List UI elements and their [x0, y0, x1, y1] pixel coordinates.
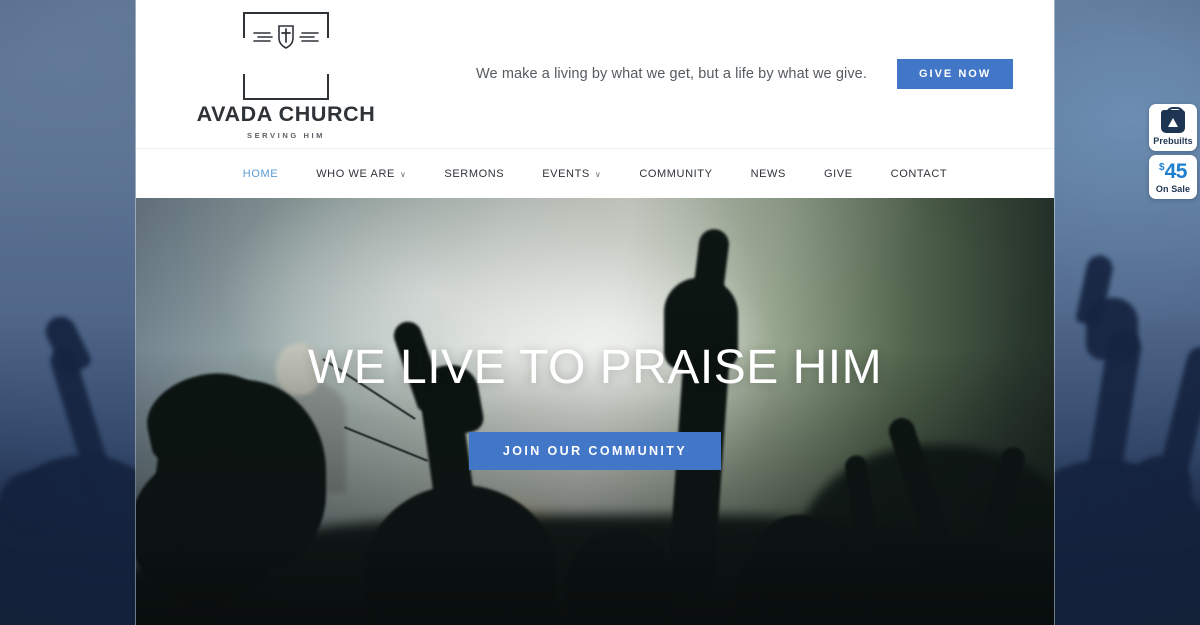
on-sale-button[interactable]: $ 45 On Sale: [1149, 155, 1197, 199]
nav-list: HOME WHO WE ARE ∨ SERMONS EVENTS ∨ COMMU…: [224, 168, 966, 180]
price-display: $ 45: [1159, 161, 1187, 182]
website-preview-frame: AVADA CHURCH SERVING HIM We make a livin…: [136, 0, 1054, 625]
hero-title: WE LIVE TO PRAISE HIM: [307, 340, 883, 394]
nav-item-events[interactable]: EVENTS ∨: [523, 168, 620, 180]
prebuilts-label: Prebuilts: [1153, 136, 1193, 146]
hero-content: WE LIVE TO PRAISE HIM JOIN OUR COMMUNITY: [136, 198, 1054, 625]
nav-item-news[interactable]: NEWS: [732, 168, 805, 180]
logo-frame-line: [327, 74, 329, 100]
nav-label: NEWS: [750, 167, 786, 180]
nav-item-community[interactable]: COMMUNITY: [620, 168, 731, 180]
nav-item-home[interactable]: HOME: [224, 168, 297, 180]
site-logo[interactable]: AVADA CHURCH SERVING HIM: [136, 8, 436, 140]
chevron-down-icon: ∨: [594, 169, 602, 179]
logo-tagline: SERVING HIM: [246, 131, 326, 140]
join-our-community-button[interactable]: JOIN OUR COMMUNITY: [468, 431, 722, 470]
prebuilts-jar-icon: [1161, 107, 1185, 133]
main-navigation: HOME WHO WE ARE ∨ SERMONS EVENTS ∨ COMMU…: [136, 148, 1054, 198]
nav-label: HOME: [242, 167, 279, 180]
price-amount: 45: [1164, 160, 1188, 183]
prebuilts-button[interactable]: Prebuilts: [1149, 104, 1197, 151]
logo-brand-name: AVADA CHURCH: [196, 102, 376, 126]
nav-item-contact[interactable]: CONTACT: [872, 168, 967, 180]
logo-frame: [243, 12, 329, 100]
nav-item-who-we-are[interactable]: WHO WE ARE ∨: [297, 168, 425, 180]
header-tagline: We make a living by what we get, but a l…: [476, 66, 867, 82]
on-sale-label: On Sale: [1155, 184, 1191, 194]
prebuilts-triangle-glyph: [1168, 118, 1178, 127]
logo-frame-line: [243, 98, 329, 100]
give-now-button[interactable]: GIVE NOW: [896, 59, 1014, 89]
price-currency-symbol: $: [1159, 162, 1165, 173]
nav-label: CONTACT: [890, 167, 948, 180]
nav-label: SERMONS: [444, 167, 505, 180]
nav-label: WHO WE ARE: [316, 167, 395, 180]
hero-section: WE LIVE TO PRAISE HIM JOIN OUR COMMUNITY: [136, 198, 1054, 625]
site-header: AVADA CHURCH SERVING HIM We make a livin…: [136, 0, 1054, 148]
floating-side-widget: Prebuilts $ 45 On Sale: [1149, 104, 1197, 199]
nav-item-give[interactable]: GIVE: [805, 168, 872, 180]
nav-label: COMMUNITY: [639, 167, 713, 180]
shield-cross-icon: [243, 20, 329, 54]
logo-frame-line: [243, 74, 245, 100]
nav-label: EVENTS: [542, 167, 590, 180]
logo-frame-line: [243, 12, 329, 14]
chevron-down-icon: ∨: [399, 169, 407, 179]
nav-label: GIVE: [823, 167, 853, 180]
header-right-area: We make a living by what we get, but a l…: [436, 59, 1054, 89]
nav-item-sermons[interactable]: SERMONS: [425, 168, 523, 180]
